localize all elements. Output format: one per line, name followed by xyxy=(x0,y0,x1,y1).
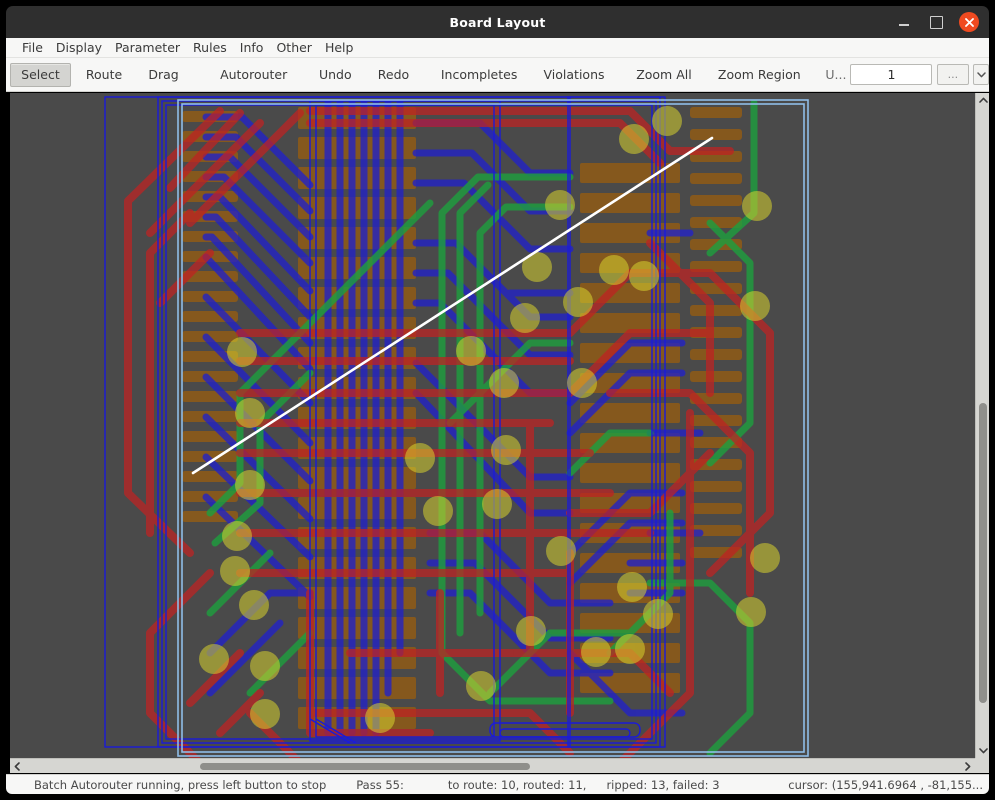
chevron-right-icon xyxy=(965,761,971,771)
status-bar: Batch Autorouter running, press left but… xyxy=(6,774,989,794)
toolbar: Select Route Drag Autorouter Undo Redo I… xyxy=(6,58,990,92)
scroll-down-button[interactable] xyxy=(976,744,990,758)
menu-item-help[interactable]: Help xyxy=(319,39,360,57)
window-title: Board Layout xyxy=(449,14,546,30)
menu-item-file[interactable]: File xyxy=(16,39,49,57)
status-cursor: cursor: (155,941.6964 , -81,155... xyxy=(788,777,983,792)
status-route-counts: to route: 10, routed: 11, xyxy=(447,777,587,792)
incompletes-button[interactable]: Incompletes xyxy=(430,63,529,87)
menu-item-parameter[interactable]: Parameter xyxy=(109,39,186,57)
pcb-canvas[interactable] xyxy=(10,93,975,758)
chevron-up-icon xyxy=(978,97,988,103)
status-pass: Pass 55: xyxy=(356,777,404,792)
menu-item-other[interactable]: Other xyxy=(270,39,318,57)
status-message: Batch Autorouter running, press left but… xyxy=(34,777,327,792)
horizontal-scrollbar-thumb[interactable] xyxy=(200,763,530,770)
menu-bar: File Display Parameter Rules Info Other … xyxy=(6,38,989,58)
select-tool-button[interactable]: Select xyxy=(10,62,71,87)
zoom-all-button[interactable]: Zoom All xyxy=(625,63,703,87)
violations-button[interactable]: Violations xyxy=(533,63,616,87)
menu-item-display[interactable]: Display xyxy=(50,39,108,57)
unit-more-button[interactable]: ... xyxy=(936,64,970,85)
chevron-down-icon xyxy=(978,748,988,754)
autorouter-button[interactable]: Autorouter xyxy=(209,63,298,87)
pcb-layout-drawing xyxy=(10,93,975,758)
redo-button[interactable]: Redo xyxy=(367,63,420,87)
status-ripped-counts: ripped: 13, failed: 3 xyxy=(606,777,720,792)
horizontal-scrollbar[interactable] xyxy=(10,758,975,773)
unit-dropdown-button[interactable] xyxy=(973,64,990,85)
vertical-scrollbar[interactable] xyxy=(975,93,989,758)
scroll-right-button[interactable] xyxy=(961,759,975,773)
chevron-left-icon xyxy=(14,761,20,771)
route-tool-button[interactable]: Route xyxy=(75,63,133,87)
scroll-left-button[interactable] xyxy=(10,759,24,773)
scroll-up-button[interactable] xyxy=(976,93,990,107)
close-icon xyxy=(964,17,974,27)
minimize-button[interactable] xyxy=(895,13,913,31)
undo-button[interactable]: Undo xyxy=(308,63,363,87)
vertical-scrollbar-thumb[interactable] xyxy=(979,403,987,703)
menu-item-info[interactable]: Info xyxy=(234,39,270,57)
window-controls xyxy=(895,6,979,38)
scrollbar-corner xyxy=(975,758,989,773)
menu-item-rules[interactable]: Rules xyxy=(187,39,233,57)
maximize-button[interactable] xyxy=(927,13,945,31)
title-bar: Board Layout xyxy=(6,6,989,38)
unit-label: U... xyxy=(825,67,847,82)
zoom-region-button[interactable]: Zoom Region xyxy=(707,63,812,87)
close-button[interactable] xyxy=(959,12,979,32)
unit-value-input[interactable] xyxy=(850,64,933,85)
chevron-down-icon xyxy=(976,71,986,77)
drag-tool-button[interactable]: Drag xyxy=(137,63,189,87)
application-window: Board Layout File Display Parameter Rule… xyxy=(0,0,995,800)
